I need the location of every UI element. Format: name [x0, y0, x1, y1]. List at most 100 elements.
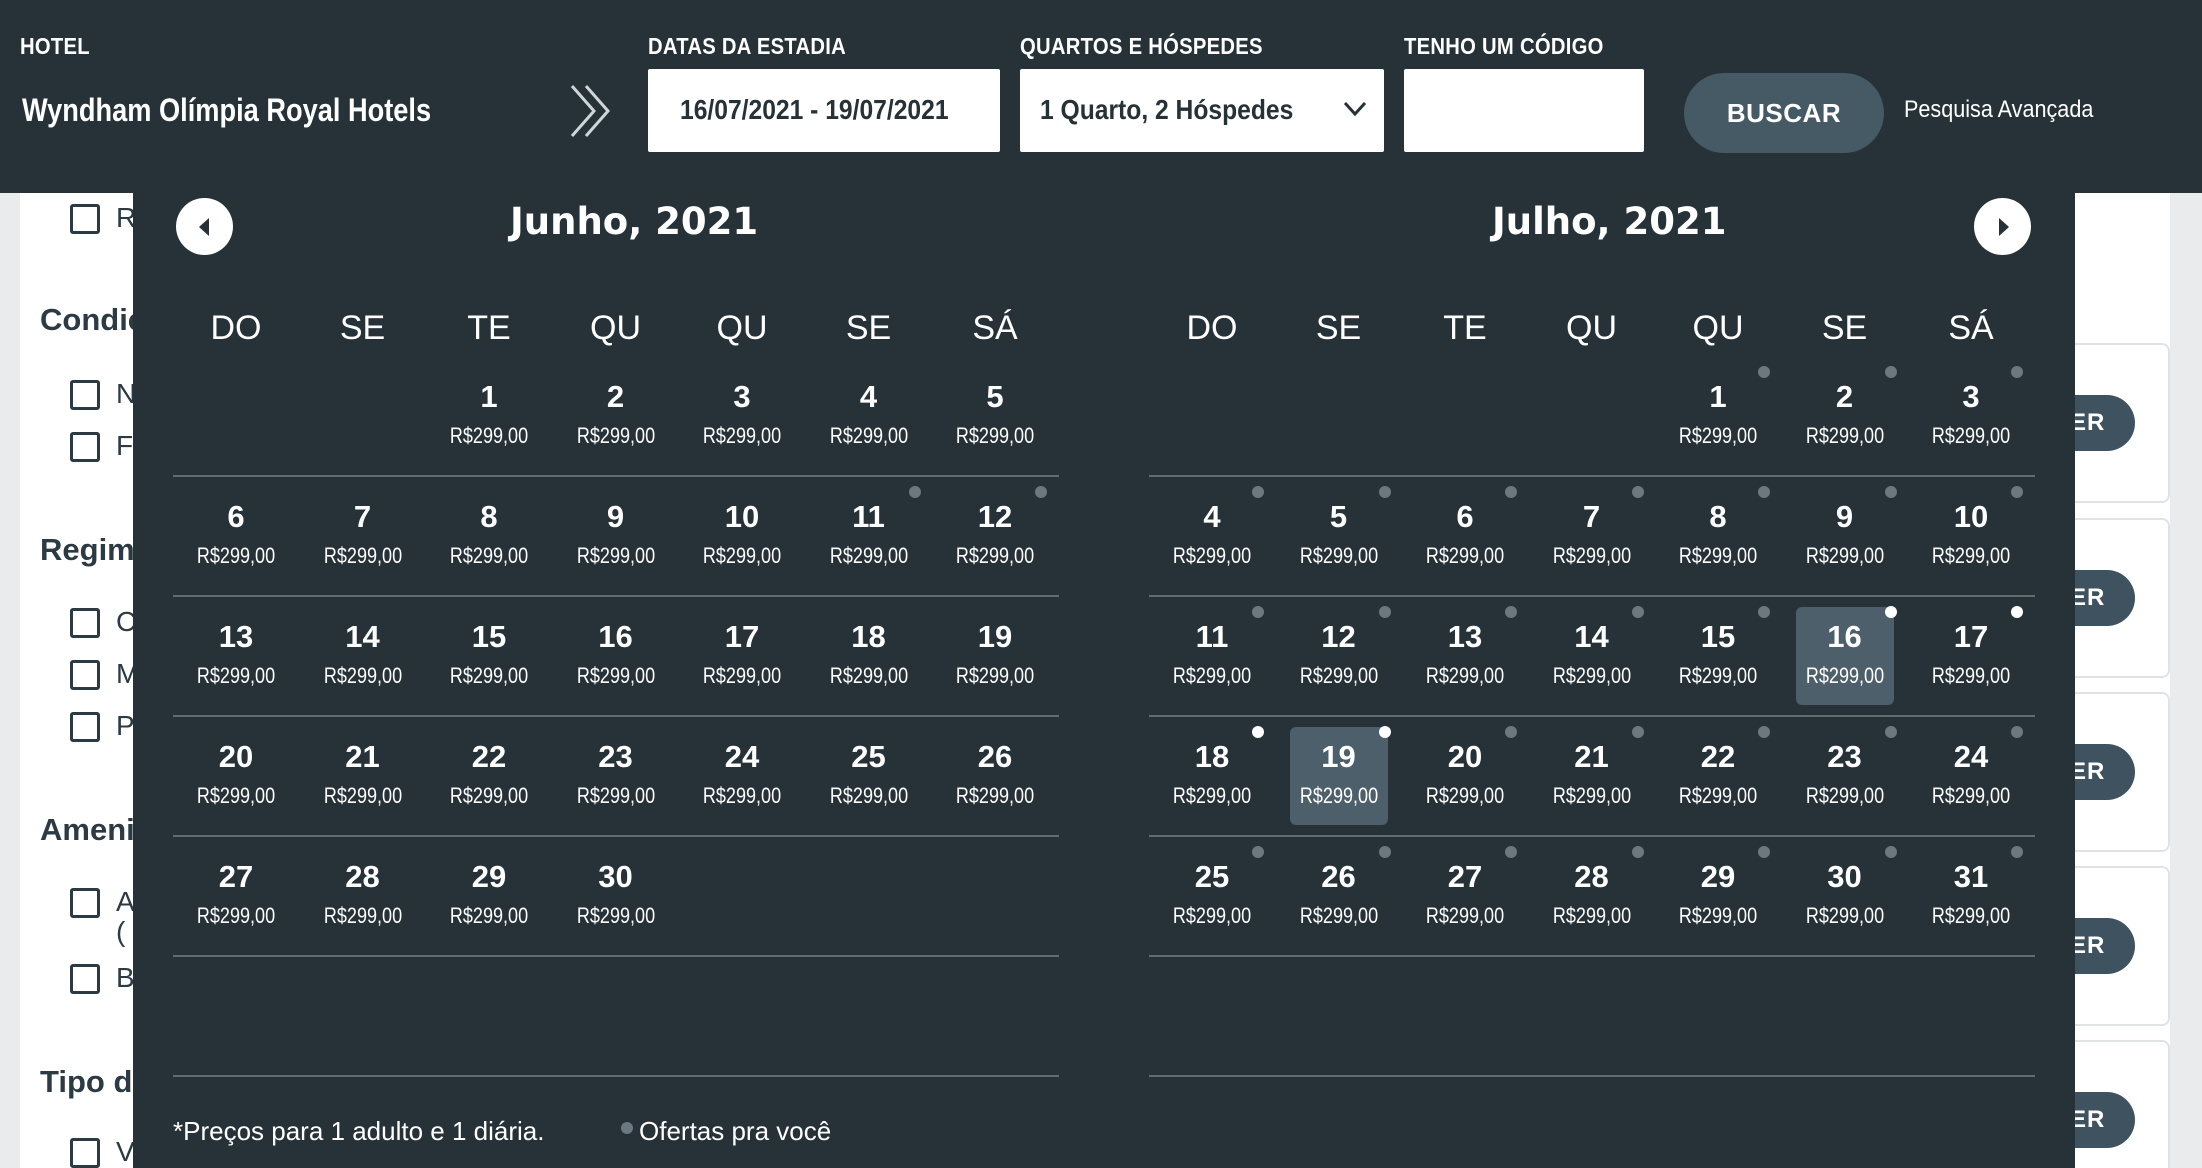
calendar-day[interactable]: 18 R$299,00 [1163, 726, 1264, 825]
dates-input[interactable]: 16/07/2021 - 19/07/2021 [648, 69, 1000, 152]
calendar-day[interactable]: 4 R$299,00 [820, 367, 918, 465]
calendar-day[interactable]: 9 R$299,00 [567, 487, 665, 585]
calendar-day[interactable]: 21 R$299,00 [314, 727, 412, 825]
calendar-day[interactable]: 3 R$299,00 [693, 367, 791, 465]
filter-checkbox[interactable] [70, 1138, 100, 1168]
calendar-day[interactable]: 11 R$299,00 [820, 486, 921, 585]
calendar-day[interactable]: 5 R$299,00 [1290, 486, 1391, 585]
calendar-day[interactable]: 16 R$299,00 [1795, 606, 1897, 705]
filter-checkbox[interactable] [70, 432, 100, 462]
calendar-day[interactable]: 10 R$299,00 [693, 487, 791, 585]
calendar-day[interactable]: 16 R$299,00 [567, 607, 665, 705]
calendar-day[interactable]: 11 R$299,00 [1163, 606, 1264, 705]
calendar-day[interactable]: 23 R$299,00 [567, 727, 665, 825]
calendar-day[interactable]: 18 R$299,00 [820, 607, 918, 705]
promo-code-input[interactable] [1404, 69, 1644, 152]
day-number: 29 [471, 859, 507, 894]
day-number: 23 [1827, 739, 1862, 774]
calendar-day[interactable]: 5 R$299,00 [946, 367, 1044, 465]
week-divider [1149, 595, 2035, 597]
calendar-day[interactable]: 13 R$299,00 [1416, 606, 1517, 705]
calendar-day[interactable]: 10 R$299,00 [1922, 486, 2023, 585]
calendar-day[interactable]: 20 R$299,00 [187, 727, 285, 825]
weekday-header: SE [845, 309, 892, 347]
day-number: 26 [1321, 859, 1356, 894]
calendar-day[interactable]: 28 R$299,00 [314, 847, 412, 945]
advanced-search-link[interactable]: Pesquisa Avançada [1904, 96, 2093, 124]
calendar-day[interactable]: 15 R$299,00 [1669, 606, 1770, 705]
day-price: R$299,00 [449, 423, 529, 448]
calendar-day[interactable]: 26 R$299,00 [946, 727, 1044, 825]
calendar-day[interactable]: 8 R$299,00 [1669, 486, 1770, 585]
day-number: 4 [859, 379, 878, 414]
weekday-header: DO [210, 309, 262, 347]
calendar-day[interactable]: 2 R$299,00 [567, 367, 665, 465]
calendar-day[interactable]: 22 R$299,00 [1669, 726, 1770, 825]
filter-checkbox[interactable] [70, 888, 100, 918]
calendar-day[interactable]: 24 R$299,00 [1922, 726, 2023, 825]
filter-checkbox[interactable] [70, 712, 100, 742]
calendar-day[interactable]: 13 R$299,00 [187, 607, 285, 705]
calendar-day[interactable]: 19 R$299,00 [1289, 726, 1391, 825]
calendar-day[interactable]: 24 R$299,00 [693, 727, 791, 825]
day-price: R$299,00 [576, 783, 655, 808]
calendar-day[interactable]: 9 R$299,00 [1796, 486, 1897, 585]
calendar-day[interactable]: 30 R$299,00 [1796, 846, 1897, 945]
filter-checkbox[interactable] [70, 380, 100, 410]
hotel-name[interactable]: Wyndham Olímpia Royal Hotels [22, 92, 431, 129]
calendar-day[interactable]: 20 R$299,00 [1416, 726, 1517, 825]
calendar-day[interactable]: 15 R$299,00 [440, 607, 538, 705]
day-number: 13 [1447, 619, 1483, 654]
day-price: R$299,00 [1299, 783, 1378, 808]
calendar-day[interactable]: 6 R$299,00 [187, 487, 285, 585]
prev-month-button[interactable] [176, 198, 233, 255]
calendar-day[interactable]: 21 R$299,00 [1543, 726, 1644, 825]
calendar-day[interactable]: 2 R$299,00 [1796, 366, 1897, 465]
calendar-day[interactable]: 27 R$299,00 [187, 847, 285, 945]
calendar-day[interactable]: 12 R$299,00 [946, 486, 1047, 585]
filter-checkbox[interactable] [70, 204, 100, 234]
calendar-day[interactable]: 27 R$299,00 [1416, 846, 1517, 945]
calendar-day[interactable]: 29 R$299,00 [440, 847, 538, 945]
rooms-guests-select[interactable]: 1 Quarto, 2 Hóspedes [1020, 69, 1384, 152]
calendar-day[interactable]: 4 R$299,00 [1163, 486, 1264, 585]
calendar-day[interactable]: 7 R$299,00 [314, 487, 412, 585]
day-number: 7 [353, 499, 372, 534]
calendar-day[interactable]: 30 R$299,00 [567, 847, 665, 945]
filter-checkbox[interactable] [70, 660, 100, 690]
calendar-day[interactable]: 7 R$299,00 [1543, 486, 1644, 585]
next-month-button[interactable] [1974, 198, 2031, 255]
calendar-day[interactable]: 22 R$299,00 [440, 727, 538, 825]
calendar-day[interactable]: 25 R$299,00 [820, 727, 918, 825]
calendar-day[interactable]: 1 R$299,00 [440, 367, 538, 465]
weekday-header: SE [1315, 309, 1362, 347]
calendar-day[interactable]: 25 R$299,00 [1163, 846, 1264, 945]
day-number: 24 [724, 739, 760, 774]
day-price: R$299,00 [955, 423, 1035, 448]
day-number: 10 [1953, 499, 1989, 534]
filter-checkbox[interactable] [70, 608, 100, 638]
calendar-day[interactable]: 14 R$299,00 [314, 607, 412, 705]
weekday-header: QU [1692, 309, 1744, 347]
calendar-day[interactable]: 23 R$299,00 [1796, 726, 1897, 825]
calendar-day[interactable]: 31 R$299,00 [1922, 846, 2023, 945]
calendar-day[interactable]: 8 R$299,00 [440, 487, 538, 585]
day-number: 14 [1574, 619, 1609, 654]
calendar-day[interactable]: 19 R$299,00 [946, 607, 1044, 705]
filter-checkbox[interactable] [70, 964, 100, 994]
search-button[interactable]: BUSCAR [1684, 73, 1884, 153]
calendar-day[interactable]: 1 R$299,00 [1669, 366, 1770, 465]
calendar-day[interactable]: 28 R$299,00 [1543, 846, 1644, 945]
day-number: 10 [724, 499, 760, 534]
calendar-day[interactable]: 14 R$299,00 [1543, 606, 1644, 705]
calendar-day[interactable]: 3 R$299,00 [1922, 366, 2023, 465]
calendar-day[interactable]: 6 R$299,00 [1416, 486, 1517, 585]
calendar-day[interactable]: 26 R$299,00 [1290, 846, 1391, 945]
calendar-day[interactable]: 17 R$299,00 [693, 607, 791, 705]
offer-dot-icon [1505, 606, 1517, 618]
calendar-day[interactable]: 29 R$299,00 [1669, 846, 1770, 945]
calendar-day[interactable]: 12 R$299,00 [1290, 606, 1391, 705]
day-number: 17 [724, 619, 760, 654]
calendar-day[interactable]: 17 R$299,00 [1922, 606, 2023, 705]
day-number: 21 [1574, 739, 1609, 774]
